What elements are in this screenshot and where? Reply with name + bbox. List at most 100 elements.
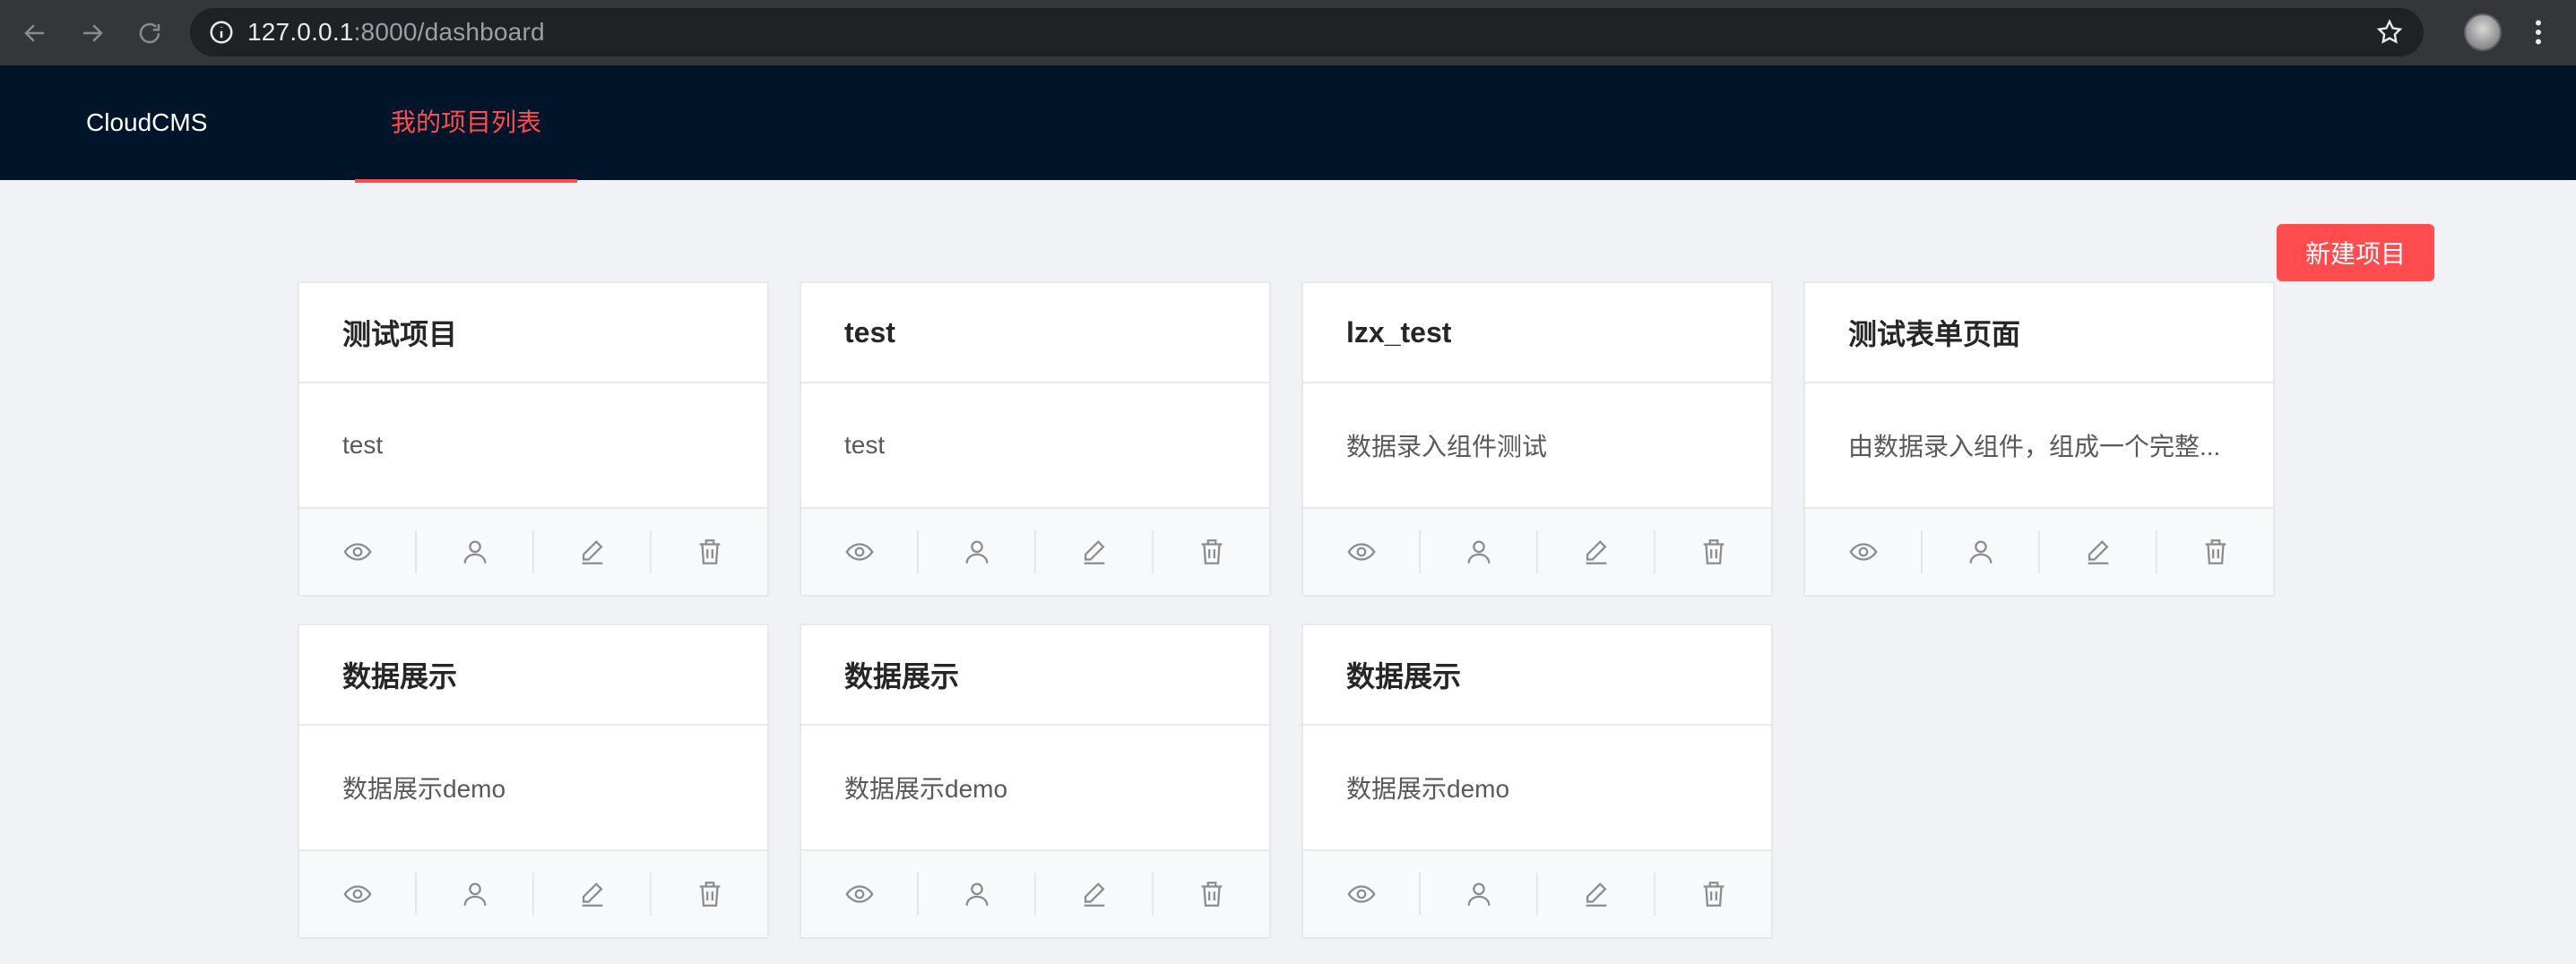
user-icon: [463, 540, 486, 564]
app-header: CloudCMS 我的项目列表: [0, 65, 2576, 183]
user-icon: [1467, 882, 1490, 906]
project-description: test: [342, 431, 384, 459]
forward-button[interactable]: [63, 0, 122, 65]
project-description: 数据录入组件测试: [1346, 433, 1548, 460]
edit-button[interactable]: [1536, 873, 1654, 916]
project-title: 数据展示: [1303, 625, 1771, 726]
card-actions: [1805, 507, 2273, 595]
edit-icon: [1586, 540, 1607, 564]
delete-icon: [1703, 539, 1724, 564]
project-card: 数据展示 数据展示demo: [800, 624, 1271, 939]
delete-icon: [1201, 539, 1222, 564]
view-button[interactable]: [299, 873, 415, 916]
members-button[interactable]: [415, 530, 532, 573]
back-button[interactable]: [5, 0, 65, 65]
edit-button[interactable]: [532, 530, 650, 573]
project-title: lzx_test: [1303, 283, 1771, 383]
project-card: 数据展示 数据展示demo: [1301, 624, 1773, 939]
project-description: 数据展示demo: [844, 775, 1008, 803]
delete-button[interactable]: [650, 873, 767, 916]
edit-button[interactable]: [1034, 530, 1152, 573]
reload-button[interactable]: [120, 0, 179, 65]
edit-button[interactable]: [532, 873, 650, 916]
browser-toolbar: 127.0.0.1:8000/dashboard: [0, 0, 2576, 65]
members-button[interactable]: [1419, 530, 1536, 573]
url-path: :8000/dashboard: [353, 18, 545, 46]
eye-icon: [1347, 543, 1375, 561]
user-icon: [965, 882, 988, 906]
project-title: 测试表单页面: [1805, 283, 2273, 383]
project-card: lzx_test 数据录入组件测试: [1301, 281, 1773, 597]
project-description: test: [844, 431, 886, 459]
project-title: 测试项目: [299, 283, 767, 383]
view-button[interactable]: [1303, 530, 1419, 573]
delete-button[interactable]: [2156, 530, 2273, 573]
project-title: 数据展示: [299, 625, 767, 726]
view-button[interactable]: [801, 530, 917, 573]
edit-icon: [1084, 540, 1105, 564]
eye-icon: [343, 543, 371, 561]
members-button[interactable]: [1419, 873, 1536, 916]
project-title: 数据展示: [801, 625, 1269, 726]
project-title: test: [801, 283, 1269, 383]
edit-icon: [582, 540, 603, 564]
edit-icon: [2088, 540, 2109, 564]
members-button[interactable]: [1921, 530, 2038, 573]
menu-item-my-projects[interactable]: 我的项目列表: [355, 65, 577, 183]
view-button[interactable]: [1805, 530, 1921, 573]
members-button[interactable]: [415, 873, 532, 916]
delete-button[interactable]: [650, 530, 767, 573]
card-actions: [801, 849, 1269, 937]
arrow-left-icon: [24, 23, 44, 42]
edit-icon: [1084, 882, 1105, 907]
delete-icon: [699, 539, 720, 564]
members-button[interactable]: [917, 530, 1034, 573]
view-button[interactable]: [1303, 873, 1419, 916]
delete-button[interactable]: [1654, 530, 1771, 573]
user-icon: [1467, 540, 1490, 564]
url-text[interactable]: 127.0.0.1:8000/dashboard: [247, 18, 545, 47]
delete-button[interactable]: [1654, 873, 1771, 916]
project-description: 数据展示demo: [342, 775, 506, 803]
card-actions: [801, 507, 1269, 595]
eye-icon: [845, 543, 873, 561]
reload-icon: [139, 22, 160, 43]
card-actions: [1303, 849, 1771, 937]
url-host: 127.0.0.1: [247, 18, 354, 46]
edit-button[interactable]: [1536, 530, 1654, 573]
delete-icon: [699, 882, 720, 907]
bookmark-star-icon[interactable]: [2375, 18, 2404, 47]
card-actions: [299, 507, 767, 595]
edit-button[interactable]: [1034, 873, 1152, 916]
delete-icon: [1703, 882, 1724, 907]
delete-button[interactable]: [1152, 873, 1269, 916]
address-bar[interactable]: 127.0.0.1:8000/dashboard: [190, 8, 2424, 56]
project-description: 数据展示demo: [1346, 775, 1510, 803]
edit-button[interactable]: [2038, 530, 2156, 573]
info-icon[interactable]: [208, 19, 235, 46]
user-icon: [1969, 540, 1992, 564]
arrow-right-icon: [83, 23, 103, 42]
delete-icon: [1201, 882, 1222, 907]
delete-icon: [2205, 539, 2226, 564]
view-button[interactable]: [299, 530, 415, 573]
project-card: 测试表单页面 由数据录入组件，组成一个完整...: [1803, 281, 2275, 597]
user-icon: [463, 882, 486, 906]
eye-icon: [1347, 885, 1375, 903]
eye-icon: [343, 885, 371, 903]
eye-icon: [1849, 543, 1877, 561]
card-actions: [1303, 507, 1771, 595]
eye-icon: [845, 885, 873, 903]
user-icon: [965, 540, 988, 564]
card-actions: [299, 849, 767, 937]
delete-button[interactable]: [1152, 530, 1269, 573]
more-vertical-icon[interactable]: [2522, 16, 2554, 48]
members-button[interactable]: [917, 873, 1034, 916]
edit-icon: [1586, 882, 1607, 907]
app-logo: CloudCMS: [86, 108, 208, 136]
profile-avatar[interactable]: [2464, 13, 2502, 51]
project-card: test test: [800, 281, 1271, 597]
view-button[interactable]: [801, 873, 917, 916]
project-description: 由数据录入组件，组成一个完整...: [1848, 433, 2221, 460]
new-project-button[interactable]: 新建项目: [2277, 224, 2434, 281]
